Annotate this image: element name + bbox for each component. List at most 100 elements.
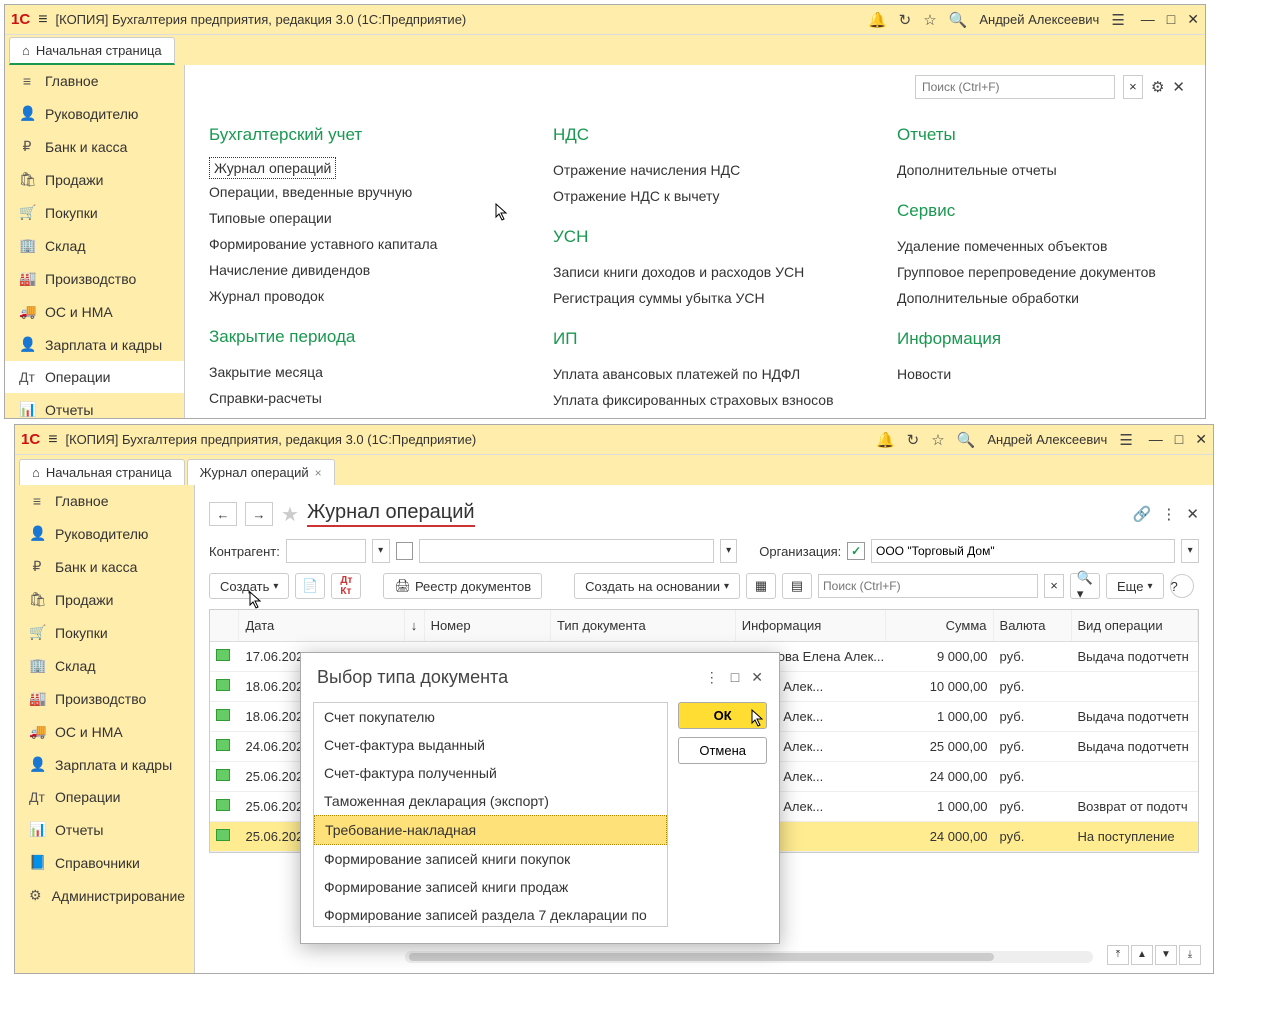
doc-type-item[interactable]: Счет-фактура полученный	[314, 759, 667, 787]
scroll-up-button[interactable]: ▲	[1131, 945, 1153, 965]
section-link[interactable]: Отражение НДС к вычету	[553, 183, 837, 209]
doc-type-item[interactable]: Требование-накладная	[314, 815, 667, 845]
sidebar-item-10[interactable]: 📊Отчеты	[15, 813, 194, 846]
col-kind[interactable]: Вид операции	[1072, 610, 1198, 641]
section-link[interactable]: Начисление дивидендов	[209, 257, 493, 283]
org-dropdown[interactable]: ▾	[1181, 539, 1199, 563]
sidebar-item-8[interactable]: 👤Зарплата и кадры	[15, 748, 194, 781]
section-link[interactable]: Операции, введенные вручную	[209, 179, 493, 205]
sidebar-item-9[interactable]: ДтОперации	[5, 361, 184, 393]
view-mode-1-button[interactable]: ▦	[746, 573, 776, 599]
section-link[interactable]: Закрытие месяца	[209, 359, 493, 385]
sidebar-item-5[interactable]: 🏢Склад	[15, 649, 194, 682]
sidebar-item-7[interactable]: 🚚ОС и НМА	[5, 295, 184, 328]
kebab-icon[interactable]: ⋮	[1161, 505, 1176, 523]
minimize-button[interactable]: —	[1141, 11, 1155, 28]
table-search-clear[interactable]: ×	[1044, 574, 1064, 598]
section-link[interactable]: Справки-расчеты	[209, 385, 493, 411]
sidebar-item-11[interactable]: 📘Справочники	[15, 846, 194, 879]
filter-input-2[interactable]	[419, 539, 714, 563]
search-clear-button[interactable]: ×	[1123, 75, 1143, 99]
col-info[interactable]: Информация	[736, 610, 887, 641]
col-sum[interactable]: Сумма	[886, 610, 993, 641]
section-link[interactable]: Групповое перепроведение документов	[897, 259, 1181, 285]
username[interactable]: Андрей Алексеевич	[979, 12, 1099, 27]
sidebar-item-0[interactable]: ≡Главное	[5, 65, 184, 97]
sidebar-item-1[interactable]: 👤Руководителю	[5, 97, 184, 130]
filter-checkbox-1[interactable]	[396, 542, 414, 560]
sidebar-item-1[interactable]: 👤Руководителю	[15, 517, 194, 550]
sidebar-item-9[interactable]: ДтОперации	[15, 781, 194, 813]
table-search-input[interactable]	[818, 574, 1038, 598]
forward-button[interactable]: →	[245, 502, 273, 526]
tab-close-icon[interactable]: ×	[315, 466, 322, 480]
close-button[interactable]: ✕	[1187, 11, 1199, 28]
col-cur[interactable]: Валюта	[994, 610, 1072, 641]
sidebar-item-7[interactable]: 🚚ОС и НМА	[15, 715, 194, 748]
create-button[interactable]: Создать ▾	[209, 573, 289, 599]
menu-bars-icon[interactable]: ☰	[1111, 11, 1124, 29]
sort-indicator-icon[interactable]: ↓	[405, 610, 425, 641]
section-link[interactable]: Регламентные операции	[209, 411, 493, 418]
doc-type-item[interactable]: Счет-фактура выданный	[314, 731, 667, 759]
star-icon[interactable]: ☆	[923, 11, 936, 29]
tab-home[interactable]: ⌂ Начальная страница	[19, 459, 185, 485]
scroll-bottom-button[interactable]: ⤓	[1179, 945, 1201, 965]
section-link[interactable]: Отражение начисления НДС	[553, 157, 837, 183]
sidebar-item-2[interactable]: ₽Банк и касса	[15, 550, 194, 583]
section-link[interactable]: Уплата фиксированных страховых взносов	[553, 387, 837, 413]
dialog-kebab-icon[interactable]: ⋮	[705, 669, 719, 686]
section-link[interactable]: Журнал операций	[209, 157, 336, 179]
section-link[interactable]: Дополнительные отчеты	[897, 157, 1181, 183]
sidebar-item-5[interactable]: 🏢Склад	[5, 229, 184, 262]
doc-type-list[interactable]: Счет покупателюСчет-фактура выданныйСчет…	[313, 702, 668, 927]
tab-journal[interactable]: Журнал операций ×	[187, 459, 335, 485]
minimize-button[interactable]: —	[1149, 431, 1163, 448]
sidebar-item-12[interactable]: ⚙Администрирование	[15, 879, 194, 912]
counterparty-input[interactable]	[286, 539, 366, 563]
help-button[interactable]: ?	[1170, 574, 1194, 598]
sidebar-item-6[interactable]: 🏭Производство	[15, 682, 194, 715]
registry-button[interactable]: 🖨 Реестр документов	[383, 573, 542, 599]
counterparty-dropdown[interactable]: ▾	[372, 539, 390, 563]
section-link[interactable]: Уплата авансовых платежей по НДФЛ	[553, 361, 837, 387]
cancel-button[interactable]: Отмена	[678, 737, 767, 764]
doc-type-item[interactable]: Таможенная декларация (экспорт)	[314, 787, 667, 815]
section-link[interactable]: Регистрация суммы убытка УСН	[553, 285, 837, 311]
search-input[interactable]	[915, 75, 1115, 99]
scroll-top-button[interactable]: ⤒	[1107, 945, 1129, 965]
section-link[interactable]: Дополнительные обработки	[897, 285, 1181, 311]
sidebar-item-8[interactable]: 👤Зарплата и кадры	[5, 328, 184, 361]
maximize-button[interactable]: □	[1167, 11, 1175, 28]
bell-icon[interactable]: 🔔	[876, 431, 895, 449]
menu-bars-icon[interactable]: ☰	[1119, 431, 1132, 449]
sidebar-item-2[interactable]: ₽Банк и касса	[5, 130, 184, 163]
dialog-close-icon[interactable]: ✕	[751, 669, 763, 686]
back-button[interactable]: ←	[209, 502, 237, 526]
copy-button[interactable]: 📄	[295, 573, 325, 599]
section-link[interactable]: Записи книги доходов и расходов УСН	[553, 259, 837, 285]
doc-type-item[interactable]: Формирование записей книги продаж	[314, 873, 667, 901]
filter2-dropdown[interactable]: ▾	[720, 539, 738, 563]
ok-button[interactable]: ОК	[678, 702, 767, 729]
sidebar-item-3[interactable]: 🛍Продажи	[5, 163, 184, 196]
tab-home[interactable]: ⌂ Начальная страница	[9, 37, 175, 65]
sidebar-item-10[interactable]: 📊Отчеты	[5, 393, 184, 426]
col-date[interactable]: Дата	[239, 610, 404, 641]
sidebar-item-4[interactable]: 🛒Покупки	[15, 616, 194, 649]
doc-type-item[interactable]: Формирование записей книги покупок	[314, 845, 667, 873]
doc-type-item[interactable]: Формирование записей раздела 7 деклараци…	[314, 901, 667, 927]
org-checkbox[interactable]: ✓	[847, 542, 865, 560]
bell-icon[interactable]: 🔔	[868, 11, 887, 29]
history-icon[interactable]: ↻	[899, 11, 912, 29]
favorite-star-icon[interactable]: ★	[281, 502, 299, 527]
doc-type-item[interactable]: Счет покупателю	[314, 703, 667, 731]
hamburger-icon[interactable]: ≡	[48, 431, 57, 449]
sidebar-item-0[interactable]: ≡Главное	[15, 485, 194, 517]
search-icon[interactable]: 🔍	[957, 431, 976, 449]
section-link[interactable]: Удаление помеченных объектов	[897, 233, 1181, 259]
close-button[interactable]: ✕	[1195, 431, 1207, 448]
col-num[interactable]: Номер	[425, 610, 551, 641]
close-panel-icon[interactable]: ✕	[1172, 78, 1185, 96]
link-icon[interactable]: 🔗	[1133, 505, 1152, 523]
